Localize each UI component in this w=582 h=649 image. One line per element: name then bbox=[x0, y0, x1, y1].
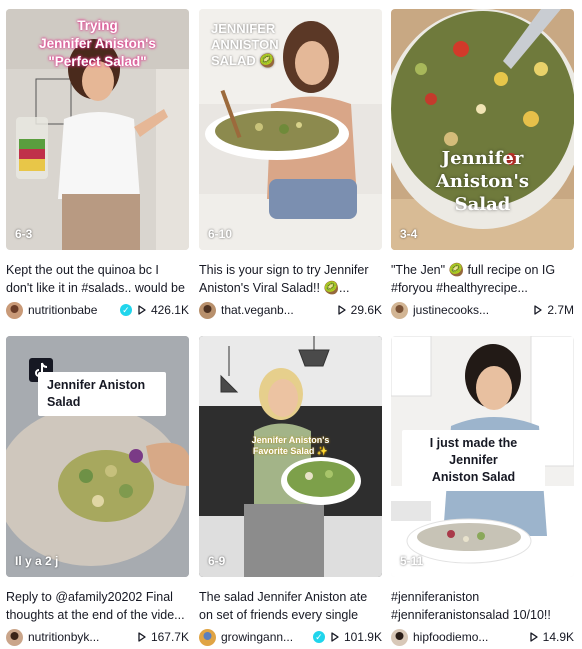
video-card[interactable]: Trying Jennifer Aniston's "Perfect Salad… bbox=[6, 9, 189, 319]
video-overlay-text: JENNIFER ANNISTON SALAD 🥝 bbox=[211, 21, 279, 69]
play-icon bbox=[331, 632, 339, 642]
video-thumbnail[interactable]: Trying Jennifer Aniston's "Perfect Salad… bbox=[6, 9, 189, 250]
video-overlay-text: I just made the Jennifer Aniston Salad bbox=[402, 430, 545, 491]
verified-check-icon: ✓ bbox=[119, 304, 132, 316]
post-date: 6-9 bbox=[208, 554, 226, 568]
view-count: 167.7K bbox=[138, 630, 189, 644]
view-count: 29.6K bbox=[337, 303, 382, 317]
video-meta: nutritionbabe ✓ 426.1K bbox=[6, 301, 189, 319]
video-caption[interactable]: #jenniferaniston #jenniferanistonsalad 1… bbox=[391, 588, 574, 624]
verified-check-icon: ✓ bbox=[312, 631, 325, 643]
caption-hashtag[interactable]: #foryou #healthyrecipe bbox=[391, 281, 517, 295]
video-overlay-text: Trying Jennifer Aniston's "Perfect Salad… bbox=[6, 17, 189, 71]
view-count-value: 167.7K bbox=[150, 630, 189, 644]
video-thumbnail[interactable]: JENNIFER ANNISTON SALAD 🥝 6-10 bbox=[199, 9, 382, 250]
overlay-line: ANNISTON bbox=[211, 37, 279, 52]
play-icon bbox=[337, 305, 346, 315]
caption-text: Reply to bbox=[6, 590, 56, 604]
overlay-line: "Perfect Salad" bbox=[48, 54, 147, 69]
caption-text: This is your sign to try Jennifer Anisto… bbox=[199, 263, 369, 295]
overlay-line: Salad bbox=[47, 395, 81, 409]
video-card[interactable]: Jennifer Aniston's Salad 3-4 "The Jen" 🥝… bbox=[391, 9, 574, 319]
username[interactable]: nutritionbabe bbox=[28, 303, 117, 317]
view-count: 426.1K bbox=[138, 303, 189, 317]
video-caption[interactable]: The salad Jennifer Aniston ate on set of… bbox=[199, 588, 382, 624]
video-caption[interactable]: Reply to @afamily20202 Final thoughts at… bbox=[6, 588, 189, 624]
username[interactable]: justinecooks... bbox=[413, 303, 528, 317]
username[interactable]: hipfoodiemo... bbox=[413, 630, 524, 644]
caption-text: The salad Jennifer Aniston ate on set of… bbox=[199, 590, 368, 622]
video-meta: justinecooks... 2.7M bbox=[391, 301, 574, 319]
overlay-line: Jennifer Aniston's bbox=[39, 36, 156, 51]
overlay-line: Favorite Salad ✨ bbox=[252, 446, 329, 456]
video-overlay-text: Jennifer Aniston Salad bbox=[38, 372, 166, 416]
overlay-line: SALAD 🥝 bbox=[211, 53, 276, 68]
video-thumbnail[interactable]: Jennifer Aniston's Favorite Salad ✨ 6-9 bbox=[199, 336, 382, 577]
video-thumbnail[interactable]: Jennifer Aniston's Salad 3-4 bbox=[391, 9, 574, 250]
play-icon bbox=[138, 305, 146, 315]
caption-hashtag[interactable]: #jenniferaniston #jenniferanistonsalad bbox=[391, 590, 509, 622]
view-count-value: 101.9K bbox=[343, 630, 382, 644]
overlay-line: Jennifer Aniston bbox=[47, 378, 146, 392]
video-caption[interactable]: This is your sign to try Jennifer Anisto… bbox=[199, 261, 382, 297]
video-meta: hipfoodiemo... 14.9K bbox=[391, 628, 574, 646]
caption-hashtag[interactable]: #salads bbox=[81, 281, 124, 295]
video-caption[interactable]: Kept the out the quinoa bc I don't like … bbox=[6, 261, 189, 297]
overlay-line: Aniston Salad bbox=[431, 470, 516, 484]
overlay-line: Trying bbox=[77, 18, 118, 33]
video-thumbnail[interactable]: I just made the Jennifer Aniston Salad 5… bbox=[391, 336, 574, 577]
username[interactable]: that.veganb... bbox=[221, 303, 332, 317]
view-count-value: 29.6K bbox=[350, 303, 382, 317]
video-card[interactable]: Jennifer Aniston's Favorite Salad ✨ 6-9 … bbox=[199, 336, 382, 646]
caption-mention[interactable]: @afamily20202 bbox=[55, 590, 142, 604]
video-grid: Trying Jennifer Aniston's "Perfect Salad… bbox=[0, 0, 582, 649]
avatar[interactable] bbox=[199, 301, 216, 319]
post-date: Il y a 2 j bbox=[15, 554, 59, 568]
view-count-value: 14.9K bbox=[542, 630, 574, 644]
play-icon bbox=[534, 305, 542, 315]
video-meta: growingann... ✓ 101.9K bbox=[199, 628, 382, 646]
overlay-line: I just made the Jennifer bbox=[429, 436, 518, 467]
username[interactable]: growingann... bbox=[221, 630, 310, 644]
video-meta: that.veganb... 29.6K bbox=[199, 301, 382, 319]
avatar[interactable] bbox=[391, 301, 408, 319]
view-count: 14.9K bbox=[529, 630, 574, 644]
avatar[interactable] bbox=[199, 628, 216, 646]
avatar[interactable] bbox=[6, 301, 23, 319]
post-date: 5-11 bbox=[400, 554, 424, 568]
video-card[interactable]: JENNIFER ANNISTON SALAD 🥝 6-10 This is y… bbox=[199, 9, 382, 319]
overlay-line: Salad bbox=[454, 194, 511, 215]
overlay-line: Aniston's bbox=[435, 171, 530, 192]
overlay-line: Jennifer bbox=[441, 148, 524, 169]
view-count: 101.9K bbox=[331, 630, 382, 644]
play-icon bbox=[529, 632, 538, 642]
video-caption[interactable]: "The Jen" 🥝 full recipe on IG #foryou #h… bbox=[391, 261, 574, 297]
view-count-value: 426.1K bbox=[150, 303, 189, 317]
overlay-line: JENNIFER bbox=[211, 21, 276, 36]
caption-text: ... bbox=[517, 281, 528, 295]
video-meta: nutritionbyk... 167.7K bbox=[6, 628, 189, 646]
post-date: 6-3 bbox=[15, 227, 33, 241]
post-date: 6-10 bbox=[208, 227, 233, 241]
avatar[interactable] bbox=[6, 628, 23, 646]
overlay-line: Jennifer Aniston's bbox=[251, 435, 330, 445]
view-count-value: 2.7M bbox=[547, 303, 574, 317]
video-overlay-text: Jennifer Aniston's Salad bbox=[391, 147, 574, 216]
video-overlay-text: Jennifer Aniston's Favorite Salad ✨ bbox=[199, 435, 382, 457]
avatar[interactable] bbox=[391, 628, 408, 646]
play-icon bbox=[138, 632, 146, 642]
video-thumbnail[interactable]: Jennifer Aniston Salad Il y a 2 j bbox=[6, 336, 189, 577]
username[interactable]: nutritionbyk... bbox=[28, 630, 132, 644]
view-count: 2.7M bbox=[534, 303, 574, 317]
video-card[interactable]: Jennifer Aniston Salad Il y a 2 j Reply … bbox=[6, 336, 189, 646]
video-card[interactable]: I just made the Jennifer Aniston Salad 5… bbox=[391, 336, 574, 646]
caption-text: "The Jen" 🥝 full recipe on IG bbox=[391, 263, 556, 277]
post-date: 3-4 bbox=[400, 227, 418, 241]
